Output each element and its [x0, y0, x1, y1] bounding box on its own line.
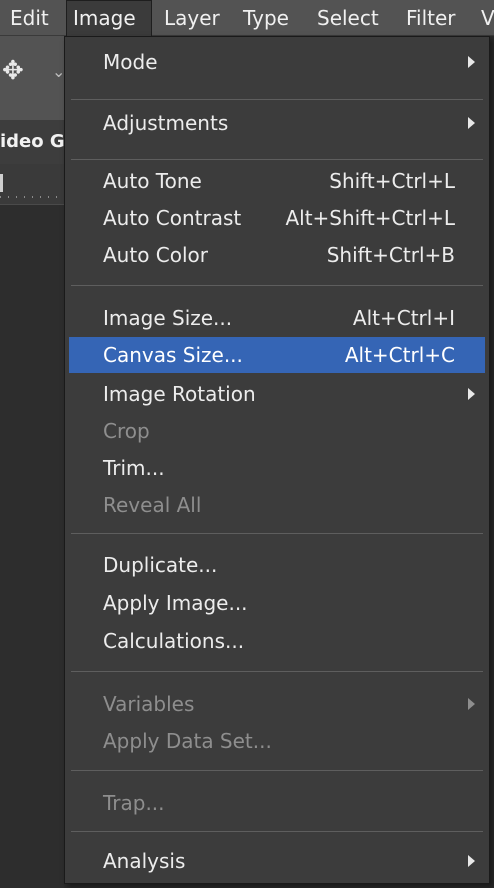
menu-item-shortcut: Alt+Shift+Ctrl+L	[285, 206, 455, 230]
menu-image[interactable]: Image	[66, 0, 152, 36]
submenu-arrow-icon	[468, 698, 475, 710]
menu-item-label: Auto Color	[103, 243, 209, 267]
menubar: Edit Image Layer Type Select Filter V	[0, 0, 494, 36]
menu-item-label: Canvas Size...	[103, 343, 243, 367]
menu-item-label: Analysis	[103, 849, 186, 873]
image-menu-dropdown: Mode Adjustments Auto Tone Shift+Ctrl+L …	[64, 36, 490, 884]
menu-separator	[71, 831, 483, 832]
submenu-arrow-icon	[468, 855, 475, 867]
menu-item-label: Trap...	[103, 791, 165, 815]
menu-separator	[71, 159, 483, 160]
menu-separator	[71, 99, 483, 100]
menu-item-auto-tone[interactable]: Auto Tone Shift+Ctrl+L	[69, 163, 485, 199]
menu-item-mode[interactable]: Mode	[69, 44, 485, 80]
menu-item-label: Crop	[103, 419, 150, 443]
menu-item-label: Image Size...	[103, 306, 233, 330]
document-tab[interactable]: ideo G	[0, 120, 65, 164]
submenu-arrow-icon	[468, 56, 475, 68]
menu-item-calculations[interactable]: Calculations...	[69, 623, 485, 659]
menu-item-label: Trim...	[103, 456, 165, 480]
menu-item-auto-contrast[interactable]: Auto Contrast Alt+Shift+Ctrl+L	[69, 200, 485, 236]
menu-item-canvas-size[interactable]: Canvas Size... Alt+Ctrl+C	[69, 337, 485, 373]
submenu-arrow-icon	[468, 388, 475, 400]
menu-item-label: Reveal All	[103, 493, 202, 517]
menu-item-image-size[interactable]: Image Size... Alt+Ctrl+I	[69, 300, 485, 336]
menu-item-image-rotation[interactable]: Image Rotation	[69, 376, 485, 412]
menu-edit[interactable]: Edit	[10, 0, 49, 36]
menu-item-shortcut: Alt+Ctrl+I	[352, 306, 455, 330]
menu-item-apply-data-set[interactable]: Apply Data Set...	[69, 723, 485, 759]
ruler	[0, 164, 64, 205]
menu-item-trap[interactable]: Trap...	[69, 785, 485, 821]
menu-item-label: Image Rotation	[103, 382, 256, 406]
menu-item-label: Apply Image...	[103, 591, 248, 615]
menu-layer[interactable]: Layer	[164, 0, 220, 36]
menu-item-label: Auto Tone	[103, 169, 202, 193]
menu-item-shortcut: Alt+Ctrl+C	[344, 343, 455, 367]
menu-type[interactable]: Type	[243, 0, 289, 36]
submenu-arrow-icon	[468, 117, 475, 129]
menu-select[interactable]: Select	[317, 0, 379, 36]
ruler-ticks	[0, 196, 64, 198]
menu-item-label: Duplicate...	[103, 553, 218, 577]
menu-item-label: Calculations...	[103, 629, 245, 653]
menu-separator	[71, 533, 483, 534]
menu-separator	[71, 671, 483, 672]
menu-item-label: Variables	[103, 692, 195, 716]
menu-item-variables[interactable]: Variables	[69, 686, 485, 722]
menu-item-analysis[interactable]: Analysis	[69, 843, 485, 879]
menu-item-shortcut: Shift+Ctrl+L	[329, 169, 455, 193]
menu-item-shortcut: Shift+Ctrl+B	[326, 243, 455, 267]
menu-separator	[71, 770, 483, 771]
menu-item-label: Auto Contrast	[103, 206, 242, 230]
ruler-marker	[0, 174, 3, 192]
menu-filter[interactable]: Filter	[406, 0, 456, 36]
menu-view-partial[interactable]: V	[481, 0, 494, 36]
menu-item-label: Adjustments	[103, 111, 229, 135]
menu-item-reveal-all[interactable]: Reveal All	[69, 487, 485, 523]
menu-separator	[71, 285, 483, 286]
menu-item-label: Apply Data Set...	[103, 729, 272, 753]
menu-item-adjustments[interactable]: Adjustments	[69, 105, 485, 141]
menu-item-duplicate[interactable]: Duplicate...	[69, 547, 485, 583]
move-icon[interactable]: ✥	[2, 58, 24, 84]
menu-item-crop[interactable]: Crop	[69, 413, 485, 449]
menu-item-auto-color[interactable]: Auto Color Shift+Ctrl+B	[69, 237, 485, 273]
menu-item-apply-image[interactable]: Apply Image...	[69, 585, 485, 621]
menu-item-label: Mode	[103, 50, 158, 74]
menu-item-trim[interactable]: Trim...	[69, 450, 485, 486]
